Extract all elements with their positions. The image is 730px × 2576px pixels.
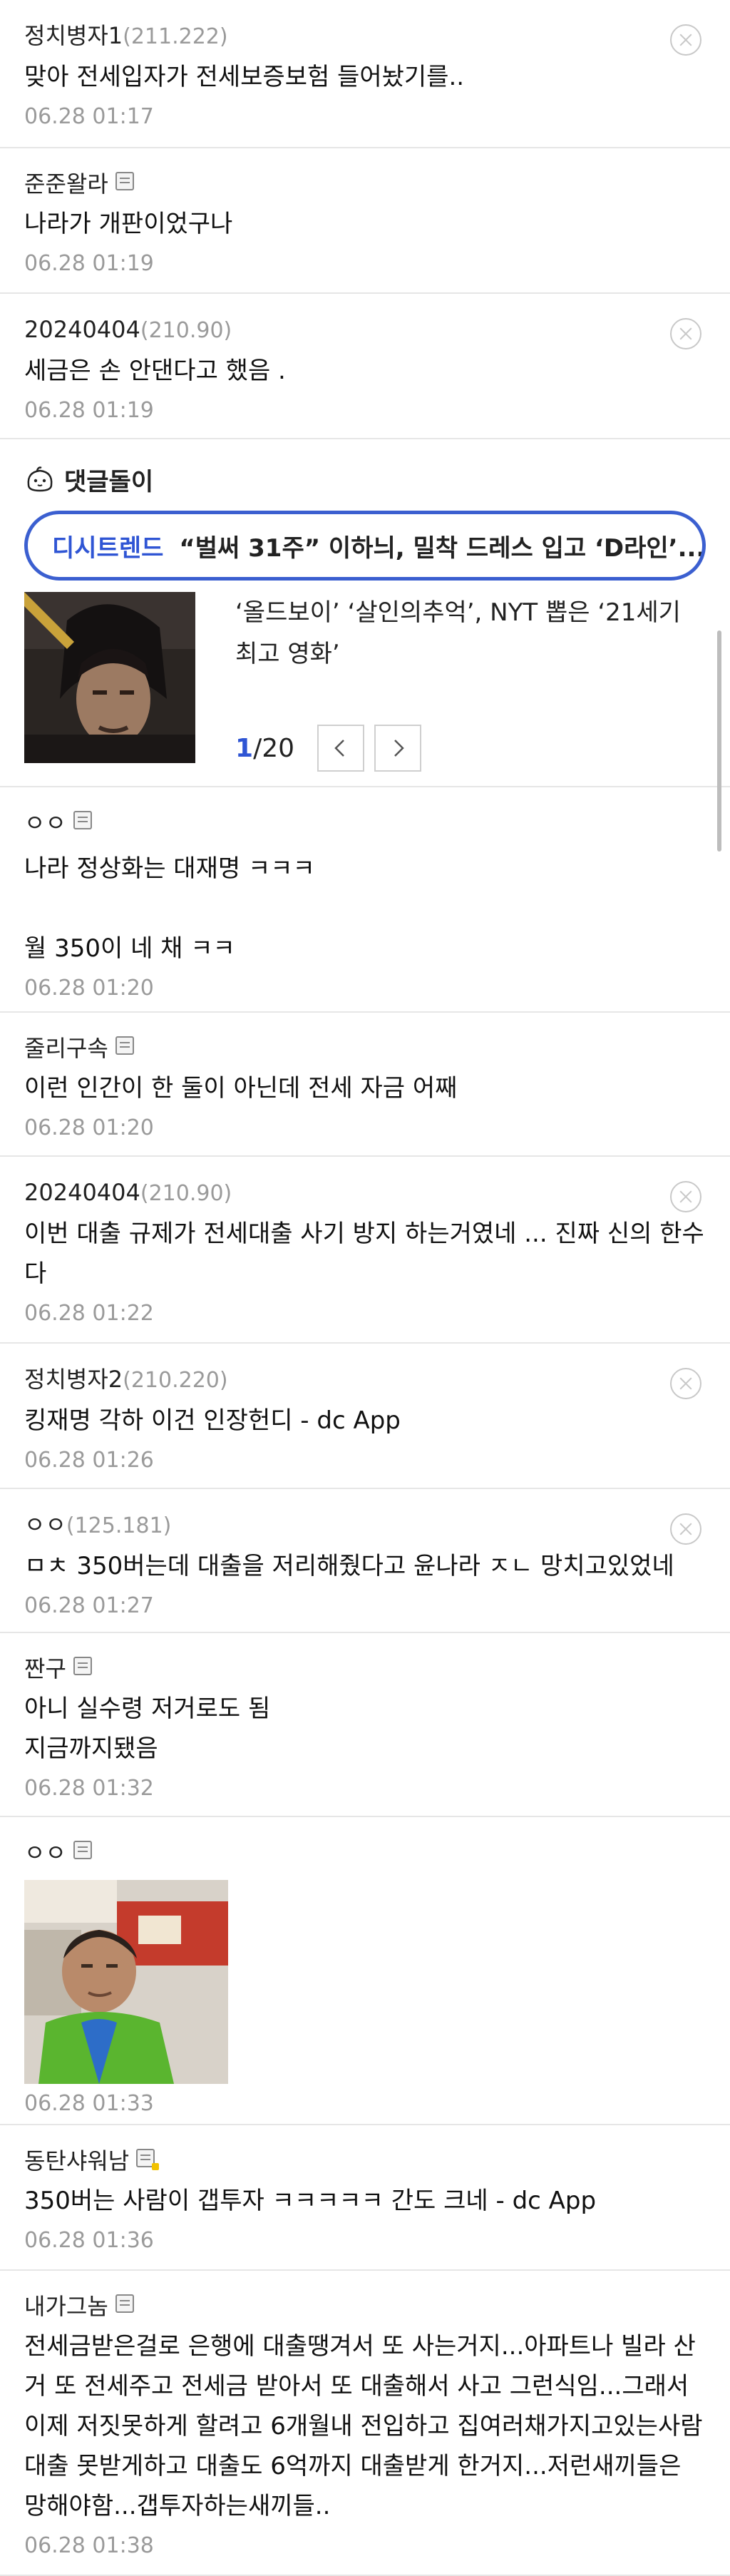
comment-date: 06.28 01:20 bbox=[24, 1115, 154, 1140]
comment-text: 350버는 사람이 갭투자 ㅋㅋㅋㅋㅋ 간도 크네 - dc App bbox=[24, 2187, 597, 2215]
comment-author[interactable]: 정치병자2 bbox=[24, 1366, 123, 1393]
comment: 준준왈라 나라가 개판이었구나 06.28 01:19 bbox=[0, 148, 730, 294]
comment-date: 06.28 01:27 bbox=[24, 1593, 154, 1618]
comment-author[interactable]: 20240404 bbox=[24, 316, 140, 343]
memo-icon bbox=[73, 811, 92, 829]
comment-image[interactable] bbox=[24, 1880, 228, 2084]
trend-tag: 디시트렌드 bbox=[52, 533, 164, 563]
comment: 정치병자1(211.222) 맞아 전세입자가 전세보증보험 들어놨기를.. 0… bbox=[0, 0, 730, 148]
comment-author[interactable]: 20240404 bbox=[24, 1179, 140, 1206]
delete-icon[interactable] bbox=[670, 318, 701, 349]
delete-icon[interactable] bbox=[670, 24, 701, 56]
comment-text: 세금은 손 안댄다고 했음 . bbox=[24, 357, 286, 385]
comment-text: 이런 인간이 한 둘이 아닌데 전세 자금 어째 bbox=[24, 1074, 458, 1103]
delete-icon[interactable] bbox=[670, 1181, 701, 1212]
comment: ㅇㅇ(125.181) ㅁㅊ 350버는데 대출을 저리해줬다고 윤나라 ㅈㄴ … bbox=[0, 1489, 730, 1633]
comment-header: 정치병자1(211.222) bbox=[24, 20, 706, 53]
comment-date: 06.28 01:20 bbox=[24, 976, 154, 1001]
memo-icon bbox=[115, 1036, 134, 1055]
chevron-left-icon bbox=[334, 740, 344, 757]
comment-ip: (210.90) bbox=[140, 1181, 232, 1206]
comment-date: 06.28 01:26 bbox=[24, 1448, 154, 1473]
comment-ip: (210.90) bbox=[140, 318, 232, 343]
comment: ㅇㅇ 06.28 01:33 bbox=[0, 1817, 730, 2125]
comment-date: 06.28 01:19 bbox=[24, 398, 154, 423]
comment-author[interactable]: 내가그놈 bbox=[24, 2293, 108, 2320]
comment-header: 준준왈라 bbox=[24, 168, 706, 200]
comment-bot-header: 댓글돌이 bbox=[24, 462, 153, 496]
comment-header: 동탄샤워남 bbox=[24, 2145, 706, 2177]
memo-icon bbox=[73, 1841, 92, 1859]
memo-icon bbox=[115, 2294, 134, 2313]
comment-ip: (211.222) bbox=[123, 24, 228, 49]
comment: 정치병자2(210.220) 킹재명 각하 이건 인장헌디 - dc App 0… bbox=[0, 1344, 730, 1489]
comment-author[interactable]: 동탄샤워남 bbox=[24, 2147, 129, 2174]
comment-date: 06.28 01:22 bbox=[24, 1301, 154, 1326]
comment-header: ㅇㅇ(125.181) bbox=[24, 1509, 706, 1542]
comment-header: 20240404(210.90) bbox=[24, 1177, 706, 1210]
comment-header: 내가그놈 bbox=[24, 2291, 706, 2322]
comment-date: 06.28 01:33 bbox=[24, 2091, 154, 2116]
delete-icon[interactable] bbox=[670, 1368, 701, 1399]
next-button[interactable] bbox=[374, 725, 421, 772]
page-total: /20 bbox=[253, 733, 294, 763]
comment-author[interactable]: ㅇㅇ bbox=[24, 809, 66, 837]
comment-ip: (125.181) bbox=[66, 1513, 172, 1538]
comment-author[interactable]: 준준왈라 bbox=[24, 170, 108, 198]
comment-date: 06.28 01:38 bbox=[24, 2533, 154, 2558]
comment-author[interactable]: ㅇㅇ bbox=[24, 1511, 66, 1538]
trend-banner[interactable]: 디시트렌드 “벌써 31주” 이하늬, 밀착 드레스 입고 ‘D라인’... bbox=[24, 511, 706, 581]
comment-ip: (210.220) bbox=[123, 1368, 228, 1393]
comment: 짠구 아니 실수령 저거로도 됨 지금까지됐음 06.28 01:32 bbox=[0, 1633, 730, 1817]
comment-header: 20240404(210.90) bbox=[24, 314, 706, 347]
comment-text: 맞아 전세입자가 전세보증보험 들어놨기를.. bbox=[24, 63, 465, 91]
comment-text: 나라가 개판이었구나 bbox=[24, 210, 233, 238]
trend-headline: “벌써 31주” 이하늬, 밀착 드레스 입고 ‘D라인’... bbox=[179, 533, 706, 563]
comment-header: ㅇㅇ bbox=[24, 1837, 706, 1869]
promo-pager: 1/20 bbox=[235, 723, 421, 773]
comment-author[interactable]: ㅇㅇ bbox=[24, 1839, 66, 1866]
comment-text: 이번 대출 규제가 전세대출 사기 방지 하는거였네 ... 진짜 신의 한수다 bbox=[24, 1220, 704, 1288]
comment-text: 아니 실수령 저거로도 됨 지금까지됐음 bbox=[24, 1695, 271, 1763]
prev-button[interactable] bbox=[317, 725, 364, 772]
promo-thumbnail[interactable] bbox=[24, 592, 195, 763]
comment-author[interactable]: 짠구 bbox=[24, 1655, 66, 1682]
comment-date: 06.28 01:19 bbox=[24, 251, 154, 276]
comment-text: 전세금받은걸로 은행에 대출땡겨서 또 사는거지...아파트나 빌라 산거 또 … bbox=[24, 2332, 711, 2520]
comment-date: 06.28 01:36 bbox=[24, 2228, 154, 2253]
comment-date: 06.28 01:17 bbox=[24, 104, 154, 129]
memo-mobile-icon bbox=[136, 2149, 160, 2170]
comment: 내가그놈 전세금받은걸로 은행에 대출땡겨서 또 사는거지...아파트나 빌라 … bbox=[0, 2271, 730, 2576]
comment: ㅇㅇ 나라 정상화는 대재명 ㅋㅋㅋ 월 350이 네 채 ㅋㅋ 06.28 0… bbox=[0, 787, 730, 1013]
comment-header: 정치병자2(210.220) bbox=[24, 1364, 706, 1396]
comment-date: 06.28 01:32 bbox=[24, 1776, 154, 1801]
comment-author[interactable]: 줄리구속 bbox=[24, 1035, 108, 1062]
delete-icon[interactable] bbox=[670, 1513, 701, 1545]
memo-icon bbox=[115, 172, 134, 190]
comment: 20240404(210.90) 세금은 손 안댄다고 했음 . 06.28 0… bbox=[0, 294, 730, 439]
comment: 줄리구속 이런 인간이 한 둘이 아닌데 전세 자금 어째 06.28 01:2… bbox=[0, 1013, 730, 1157]
promo-title[interactable]: ‘올드보이’ ‘살인의추억’, NYT 뽑은 ‘21세기 최고 영화’ bbox=[235, 592, 699, 675]
comment-author[interactable]: 정치병자1 bbox=[24, 22, 123, 49]
comment: 20240404(210.90) 이번 대출 규제가 전세대출 사기 방지 하는… bbox=[0, 1157, 730, 1344]
comment-bot-promo: 댓글돌이 디시트렌드 “벌써 31주” 이하늬, 밀착 드레스 입고 ‘D라인’… bbox=[0, 439, 730, 852]
chevron-right-icon bbox=[394, 740, 404, 757]
comment-text: 나라 정상화는 대재명 ㅋㅋㅋ 월 350이 네 채 ㅋㅋ bbox=[24, 854, 315, 963]
comment-text: 킹재명 각하 이건 인장헌디 - dc App bbox=[24, 1406, 401, 1435]
comment-header: 짠구 bbox=[24, 1653, 706, 1685]
comment-text: ㅁㅊ 350버는데 대출을 저리해줬다고 윤나라 ㅈㄴ 망치고있었네 bbox=[24, 1552, 674, 1580]
memo-icon bbox=[73, 1657, 92, 1675]
page-current: 1 bbox=[235, 733, 254, 763]
comment-header: ㅇㅇ bbox=[24, 807, 706, 839]
comment-bot-label: 댓글돌이 bbox=[64, 467, 154, 496]
comment-header: 줄리구속 bbox=[24, 1033, 706, 1064]
bot-face-icon bbox=[27, 466, 53, 492]
comment: 동탄샤워남 350버는 사람이 갭투자 ㅋㅋㅋㅋㅋ 간도 크네 - dc App… bbox=[0, 2125, 730, 2271]
